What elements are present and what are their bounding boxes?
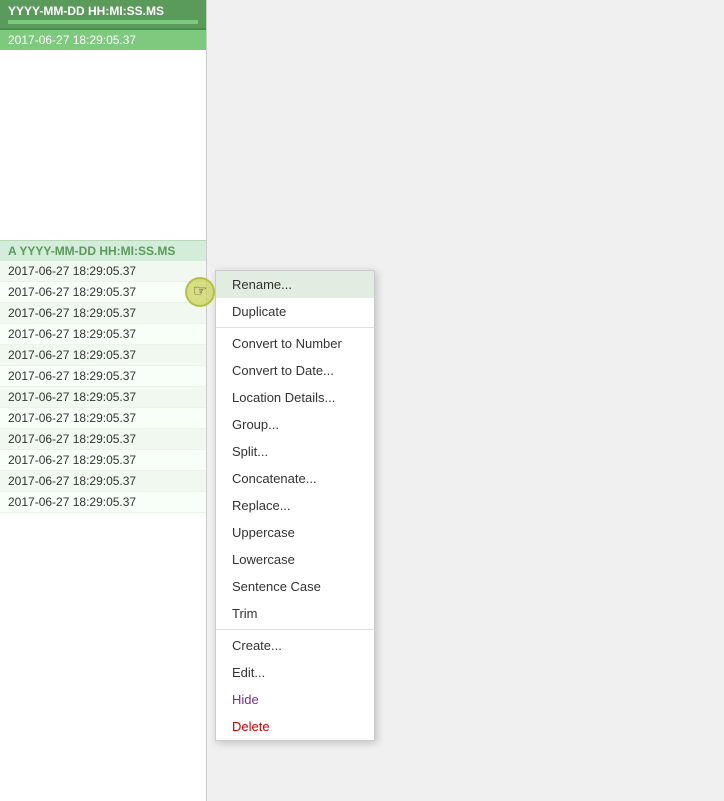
menu-item-replace-[interactable]: Replace... xyxy=(216,492,374,519)
table-row: 2017-06-27 18:29:05.37 xyxy=(0,492,206,513)
menu-item-group-[interactable]: Group... xyxy=(216,411,374,438)
table-row: 2017-06-27 18:29:05.37 xyxy=(0,450,206,471)
table-row: 2017-06-27 18:29:05.37 xyxy=(0,471,206,492)
menu-item-split-[interactable]: Split... xyxy=(216,438,374,465)
menu-item-trim[interactable]: Trim xyxy=(216,600,374,627)
table-row: 2017-06-27 18:29:05.37 xyxy=(0,387,206,408)
table-row: 2017-06-27 18:29:05.37 xyxy=(0,324,206,345)
menu-item-hide[interactable]: Hide xyxy=(216,686,374,713)
table-row: 2017-06-27 18:29:05.37 xyxy=(0,303,206,324)
column-panel: YYYY-MM-DD HH:MI:SS.MS 2017-06-27 18:29:… xyxy=(0,0,207,801)
menu-item-uppercase[interactable]: Uppercase xyxy=(216,519,374,546)
column-label-row: A YYYY-MM-DD HH:MI:SS.MS xyxy=(0,240,206,261)
menu-item-rename-[interactable]: Rename... xyxy=(216,271,374,298)
menu-item-create-[interactable]: Create... xyxy=(216,632,374,659)
cursor-hand-icon: ☞ xyxy=(193,284,207,300)
context-menu: Rename...Duplicate Convert to NumberConve… xyxy=(215,270,375,741)
menu-item-sentence-case[interactable]: Sentence Case xyxy=(216,573,374,600)
menu-item-delete[interactable]: Delete xyxy=(216,713,374,740)
menu-item-location-details-[interactable]: Location Details... xyxy=(216,384,374,411)
cursor-indicator: ☞ xyxy=(185,277,215,307)
menu-item-convert-to-date-[interactable]: Convert to Date... xyxy=(216,357,374,384)
data-rows-container: 2017-06-27 18:29:05.372017-06-27 18:29:0… xyxy=(0,261,206,513)
menu-separator xyxy=(216,629,374,630)
menu-item-concatenate-[interactable]: Concatenate... xyxy=(216,465,374,492)
table-row: 2017-06-27 18:29:05.37 xyxy=(0,261,206,282)
sample-value-top: 2017-06-27 18:29:05.37 xyxy=(0,30,206,50)
empty-area xyxy=(0,50,206,240)
menu-separator xyxy=(216,327,374,328)
menu-item-lowercase[interactable]: Lowercase xyxy=(216,546,374,573)
column-header-bar xyxy=(8,20,198,24)
menu-item-duplicate[interactable]: Duplicate xyxy=(216,298,374,325)
table-row: 2017-06-27 18:29:05.37 xyxy=(0,366,206,387)
column-header: YYYY-MM-DD HH:MI:SS.MS xyxy=(0,0,206,30)
table-row: 2017-06-27 18:29:05.37 xyxy=(0,429,206,450)
menu-item-edit-[interactable]: Edit... xyxy=(216,659,374,686)
column-header-label: YYYY-MM-DD HH:MI:SS.MS xyxy=(8,4,164,18)
table-row: 2017-06-27 18:29:05.37 xyxy=(0,282,206,303)
table-row: 2017-06-27 18:29:05.37 xyxy=(0,408,206,429)
menu-item-convert-to-number[interactable]: Convert to Number xyxy=(216,330,374,357)
table-row: 2017-06-27 18:29:05.37 xyxy=(0,345,206,366)
